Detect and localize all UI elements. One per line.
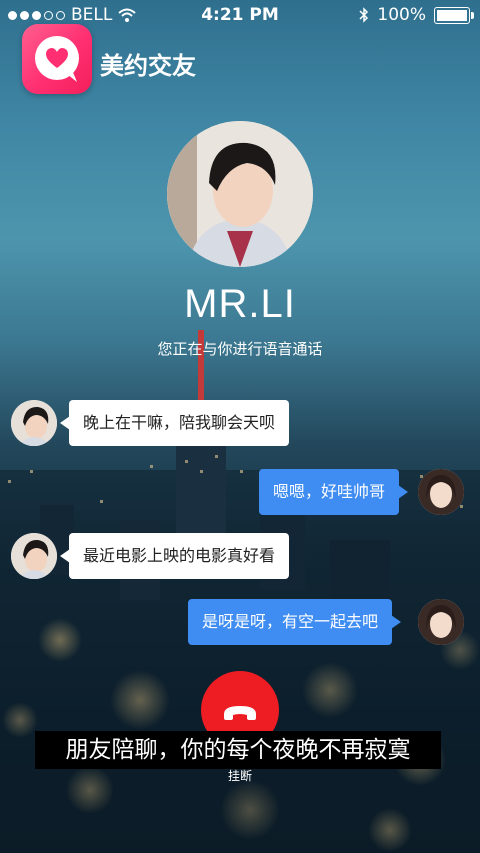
heart-chat-icon — [35, 36, 79, 82]
message-bubble-incoming: 晚上在干嘛，陪我聊会天呗 — [59, 400, 290, 446]
female-avatar — [418, 599, 464, 645]
promo-banner: 朋友陪聊，你的每个夜晚不再寂寞 — [35, 731, 441, 769]
battery-fill — [437, 9, 467, 21]
hangup-label[interactable]: 挂断 — [0, 767, 480, 784]
call-status-text: 您正在与你进行语音通话 — [157, 340, 323, 358]
caller-name: MR.LI — [184, 282, 296, 326]
male-avatar — [11, 400, 57, 446]
female-avatar — [418, 469, 464, 515]
app-name: 美约交友 — [100, 52, 196, 80]
battery-icon — [434, 6, 474, 24]
caller-avatar — [167, 121, 313, 267]
battery-percent: 100% — [377, 5, 426, 25]
message-bubble-incoming: 最近电影上映的电影真好看 — [59, 533, 290, 579]
bluetooth-icon — [359, 7, 369, 23]
call-screen: BELL 4:21 PM 100% 美约交友 MR.LI 您正在与你进行语音通话… — [0, 0, 480, 853]
message-bubble-outgoing: 是呀是呀，有空一起去吧 — [188, 599, 402, 645]
message-bubble-outgoing: 嗯嗯，好哇帅哥 — [259, 469, 409, 515]
male-avatar — [11, 533, 57, 579]
app-logo — [22, 24, 92, 94]
